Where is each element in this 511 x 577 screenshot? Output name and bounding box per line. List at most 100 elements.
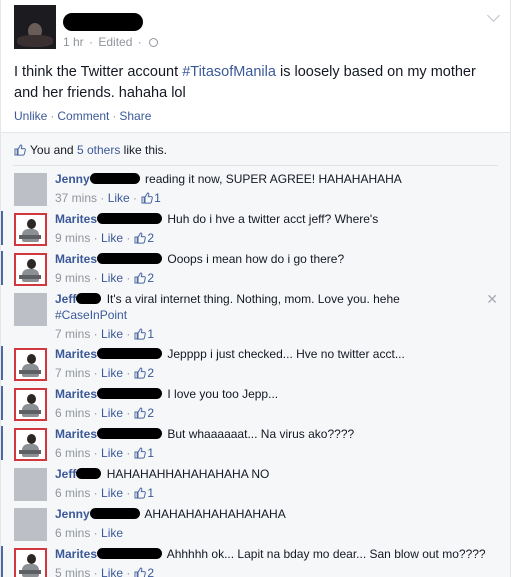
comment-like-count[interactable]: 1 [147,446,154,460]
comment-text: reading it now, SUPER AGREE! HAHAHAHAHA [145,172,402,186]
comment-body: Marites Huh do i hve a twitter acct jeff… [55,211,475,227]
comment-body: Marites But whaaaaaat... Na virus ako???… [55,426,475,442]
comment-like-link[interactable]: Like [101,406,123,420]
comment-item: Marites I love you too Jepp... 6 mins · L… [1,386,510,422]
comment-like-count[interactable]: 1 [147,327,154,341]
comment-meta: 6 mins · Like · 1 [55,486,155,500]
facebook-post: 1 hr · Edited · I think the Twitter acco… [0,0,511,577]
share-link[interactable]: Share [119,109,151,123]
author-name-redacted [63,13,143,31]
comment-item: Marites Huh do i hve a twitter acct jeff… [1,211,510,247]
comment-text: It's a viral internet thing. Nothing, mo… [106,292,400,306]
hashtag-link[interactable]: #CaseInPoint [55,308,127,322]
comment-like-link[interactable]: Like [101,566,123,577]
hashtag-link[interactable]: #TitasofManila [182,64,276,80]
comment-time[interactable]: 5 mins [55,566,90,577]
comment-time[interactable]: 6 mins [55,446,90,460]
commenter-name[interactable]: Marites [55,252,97,266]
comment-body: Marites Ooops i mean how do i go there? [55,251,475,267]
surname-redacted [97,428,163,439]
comment-like-link[interactable]: Like [101,327,123,341]
likes-suffix: like this. [120,143,167,157]
commenter-avatar[interactable] [14,213,47,246]
comment-meta: 9 mins · Like · 2 [55,271,155,285]
commenter-name[interactable]: Jeff [55,292,76,306]
thumbs-up-icon [134,567,147,577]
comment-time[interactable]: 9 mins [55,271,90,285]
commenter-avatar[interactable] [14,253,47,286]
comment-like-link[interactable]: Like [101,231,123,245]
surname-redacted [76,468,102,479]
comment-meta: 9 mins · Like · 2 [55,231,155,245]
commenter-name[interactable]: Marites [55,212,97,226]
comment-text: Jepppp i just checked... Hve no twitter … [167,347,405,361]
commenter-avatar[interactable] [14,468,47,501]
comment-like-link[interactable]: Like [101,526,123,540]
post-meta: 1 hr · Edited · [63,35,159,49]
comment-meta: 6 mins · Like · 2 [55,406,155,420]
comment-like-link[interactable]: Like [101,271,123,285]
post-time[interactable]: 1 hr [63,35,84,49]
commenter-avatar[interactable] [14,428,47,461]
commenter-avatar[interactable] [14,388,47,421]
comment-like-count[interactable]: 2 [147,271,154,285]
comment-meta: 37 mins · Like · 1 [55,191,161,205]
new-comment-bar [1,546,3,577]
comment-like-link[interactable]: Like [101,366,123,380]
thumbs-up-icon [14,144,26,156]
edited-label[interactable]: Edited [98,35,132,49]
comment-time[interactable]: 7 mins [55,366,90,380]
comment-like-count[interactable]: 2 [147,366,154,380]
comment-like-count[interactable]: 2 [147,231,154,245]
comment-meta: 7 mins · Like · 1 [55,327,155,341]
likes-others-link[interactable]: 5 others [77,143,120,157]
comment-like-link[interactable]: Like [108,191,130,205]
likes-summary: You and 5 others like this. [14,143,167,157]
comment-time[interactable]: 7 mins [55,327,90,341]
comment-body: Marites I love you too Jepp... [55,386,475,402]
comment-time[interactable]: 37 mins [55,191,97,205]
commenter-avatar[interactable] [14,173,47,206]
comment-link[interactable]: Comment [57,109,109,123]
commenter-avatar[interactable] [14,508,47,541]
thumbs-up-icon [134,367,147,379]
comment-like-link[interactable]: Like [101,486,123,500]
chevron-down-icon[interactable] [487,9,500,22]
new-comment-bar [1,346,3,380]
commenter-name[interactable]: Jenny [55,507,90,521]
close-icon[interactable]: ✕ [486,292,498,306]
surname-redacted [89,173,140,184]
comment-like-count[interactable]: 1 [154,191,161,205]
post-actions: Unlike · Comment · Share [14,109,152,123]
comment-like-link[interactable]: Like [101,446,123,460]
comment-time[interactable]: 6 mins [55,406,90,420]
comment-item: Jeff It's a viral internet thing. Nothin… [1,291,510,343]
commenter-name[interactable]: Marites [55,387,97,401]
comment-meta: 7 mins · Like · 2 [55,366,155,380]
commenter-name[interactable]: Jenny [55,172,90,186]
commenter-name[interactable]: Jeff [55,467,76,481]
commenter-name[interactable]: Marites [55,547,97,561]
comment-time[interactable]: 6 mins [55,486,90,500]
unlike-link[interactable]: Unlike [14,109,47,123]
commenter-name[interactable]: Marites [55,347,97,361]
comment-body: Jenny AHAHAHAHAHAHAHAHA [55,506,475,522]
author-avatar[interactable] [14,5,56,49]
globe-icon[interactable] [149,38,159,47]
comment-like-count[interactable]: 2 [147,406,154,420]
comment-body: Marites Jepppp i just checked... Hve no … [55,346,475,362]
comment-time[interactable]: 6 mins [55,526,90,540]
surname-redacted [89,508,140,519]
comment-item: Marites Ooops i mean how do i go there? 9… [1,251,510,287]
commenter-name[interactable]: Marites [55,427,97,441]
likes-you: You and [30,143,77,157]
new-comment-bar [1,386,3,420]
comment-like-count[interactable]: 2 [147,566,154,577]
commenter-avatar[interactable] [14,293,47,326]
comment-text: HAHAHAHHAHAHAHAHA NO [106,467,270,481]
comment-like-count[interactable]: 1 [147,486,154,500]
comment-time[interactable]: 9 mins [55,231,90,245]
commenter-avatar[interactable] [14,548,47,577]
commenter-avatar[interactable] [14,348,47,381]
comment-item: Marites Jepppp i just checked... Hve no … [1,346,510,382]
